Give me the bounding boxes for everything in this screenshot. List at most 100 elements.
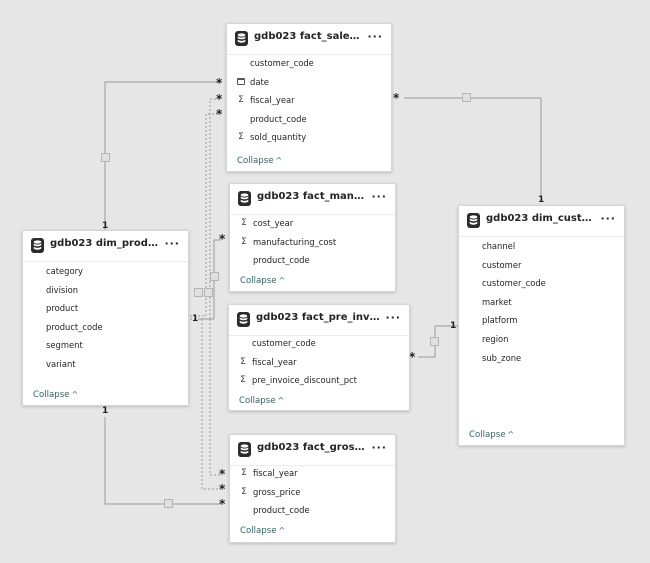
field-row[interactable]: Σfiscal_year — [238, 464, 387, 482]
more-options-icon[interactable]: ··· — [600, 212, 616, 225]
collapse-label: Collapse — [469, 430, 506, 440]
table-header[interactable]: gdb023 fact_gross_price··· — [230, 435, 395, 466]
chevron-up-icon: ^ — [278, 276, 286, 285]
chevron-up-icon: ^ — [275, 156, 283, 165]
cardinality-many: * — [219, 482, 226, 496]
field-row[interactable]: Σcost_year — [238, 214, 387, 232]
table-header[interactable]: gdb023 fact_manufactu...··· — [230, 184, 395, 215]
field-row[interactable]: channel — [467, 237, 616, 255]
collapse-button[interactable]: Collapse ^ — [469, 430, 514, 440]
table-icon — [467, 213, 480, 228]
table-card-dim-customer[interactable]: gdb023 dim_customer···channelcustomercus… — [458, 205, 625, 446]
sum-icon: Σ — [238, 132, 244, 142]
table-header[interactable]: gdb023 fact_pre_invoice_d...··· — [229, 305, 409, 336]
table-card-fact-sales-monthly[interactable]: gdb023 fact_sales_mont...··· customer_cod… — [226, 23, 392, 172]
sum-icon: Σ — [241, 486, 247, 497]
rel-product-sales-sold — [190, 113, 221, 317]
field-name: customer_code — [482, 278, 546, 289]
calendar-icon — [237, 77, 245, 85]
table-card-fact-pre-invoice[interactable]: gdb023 fact_pre_invoice_d...··· customer_… — [228, 304, 410, 411]
more-options-icon[interactable]: ··· — [164, 237, 180, 250]
field-row[interactable]: customer_code — [235, 54, 383, 72]
field-name: variant — [46, 358, 76, 369]
cardinality-many: * — [219, 497, 226, 511]
field-name: product_code — [253, 255, 310, 265]
collapse-button[interactable]: Collapse ^ — [240, 526, 285, 536]
field-row[interactable]: Σpre_invoice_discount_pct — [237, 371, 401, 389]
field-name: pre_invoice_discount_pct — [252, 375, 357, 385]
table-icon — [237, 312, 250, 327]
chevron-up-icon: ^ — [507, 430, 515, 439]
field-row[interactable]: date — [235, 73, 383, 91]
field-name: date — [250, 76, 269, 87]
collapse-label: Collapse — [240, 276, 277, 286]
model-canvas[interactable]: * * * * * * * * * 1 1 1 1 1 gdb023 fact_… — [0, 0, 650, 563]
table-icon — [235, 31, 248, 46]
field-name: region — [482, 334, 509, 344]
sum-icon: Σ — [241, 218, 247, 228]
more-options-icon[interactable]: ··· — [385, 311, 401, 324]
collapse-button[interactable]: Collapse ^ — [239, 396, 284, 406]
sum-icon: Σ — [240, 375, 246, 385]
more-options-icon[interactable]: ··· — [371, 441, 387, 454]
table-title: gdb023 dim_customer — [486, 213, 598, 224]
field-row[interactable]: region — [467, 330, 616, 348]
filter-direction-marker — [210, 272, 219, 281]
field-row[interactable]: customer_code — [237, 334, 401, 352]
more-options-icon[interactable]: ··· — [367, 30, 383, 43]
collapse-button[interactable]: Collapse ^ — [237, 156, 282, 166]
collapse-label: Collapse — [240, 526, 277, 536]
filter-direction-marker — [194, 288, 203, 297]
field-row[interactable]: product_code — [238, 251, 387, 269]
table-header[interactable]: gdb023 dim_customer··· — [459, 206, 624, 237]
field-row[interactable]: Σmanufacturing_cost — [238, 233, 387, 251]
field-row[interactable]: platform — [467, 311, 616, 329]
cardinality-many: * — [393, 91, 400, 105]
table-card-fact-gross-price[interactable]: gdb023 fact_gross_price···Σfiscal_yearΣg… — [229, 434, 396, 543]
sum-icon: Σ — [241, 468, 247, 478]
field-row[interactable]: product_code — [31, 318, 180, 336]
sum-icon: Σ — [241, 236, 247, 247]
field-row[interactable]: division — [31, 281, 180, 299]
field-name: customer — [482, 259, 522, 270]
cardinality-many: * — [219, 232, 226, 246]
field-row[interactable]: category — [31, 262, 180, 280]
cardinality-many: * — [216, 92, 223, 106]
field-row[interactable]: product — [31, 299, 180, 317]
table-icon — [238, 191, 251, 206]
field-row[interactable]: customer_code — [467, 274, 616, 292]
field-row[interactable]: product_code — [235, 110, 383, 128]
field-name: sub_zone — [482, 352, 522, 363]
collapse-button[interactable]: Collapse ^ — [240, 276, 285, 286]
chevron-up-icon: ^ — [277, 396, 285, 405]
field-row[interactable]: Σfiscal_year — [237, 353, 401, 371]
collapse-button[interactable]: Collapse ^ — [33, 390, 78, 400]
table-card-fact-manufacturing[interactable]: gdb023 fact_manufactu...···Σcost_yearΣma… — [229, 183, 396, 292]
more-options-icon[interactable]: ··· — [371, 190, 387, 203]
rel-product-gross-fy — [209, 319, 221, 476]
filter-direction-marker — [164, 499, 173, 508]
field-row[interactable]: sub_zone — [467, 349, 616, 367]
table-card-dim-product[interactable]: gdb023 dim_product ··· category division pro… — [22, 230, 189, 406]
filter-direction-marker — [430, 337, 439, 346]
field-name: fiscal_year — [252, 356, 297, 367]
table-header[interactable]: gdb023 fact_sales_mont...··· — [227, 24, 391, 55]
cardinality-many: * — [216, 107, 223, 121]
field-name: market — [482, 296, 512, 307]
field-row[interactable]: product_code — [238, 501, 387, 519]
field-row[interactable]: variant — [31, 355, 180, 373]
field-name: category — [46, 266, 84, 276]
field-name: fiscal_year — [250, 95, 295, 105]
filter-direction-marker — [204, 288, 213, 297]
field-row[interactable]: Σsold_quantity — [235, 128, 383, 146]
table-title: gdb023 dim_product — [50, 238, 162, 249]
field-row[interactable]: market — [467, 293, 616, 311]
field-row[interactable]: Σfiscal_year — [235, 91, 383, 109]
field-name: fiscal_year — [253, 468, 298, 478]
field-row[interactable]: Σgross_price — [238, 483, 387, 501]
field-row[interactable]: segment — [31, 336, 180, 354]
field-row[interactable]: customer — [467, 256, 616, 274]
table-header[interactable]: gdb023 dim_product ··· — [23, 231, 188, 262]
field-name: customer_code — [250, 58, 314, 68]
chevron-up-icon: ^ — [278, 526, 286, 535]
